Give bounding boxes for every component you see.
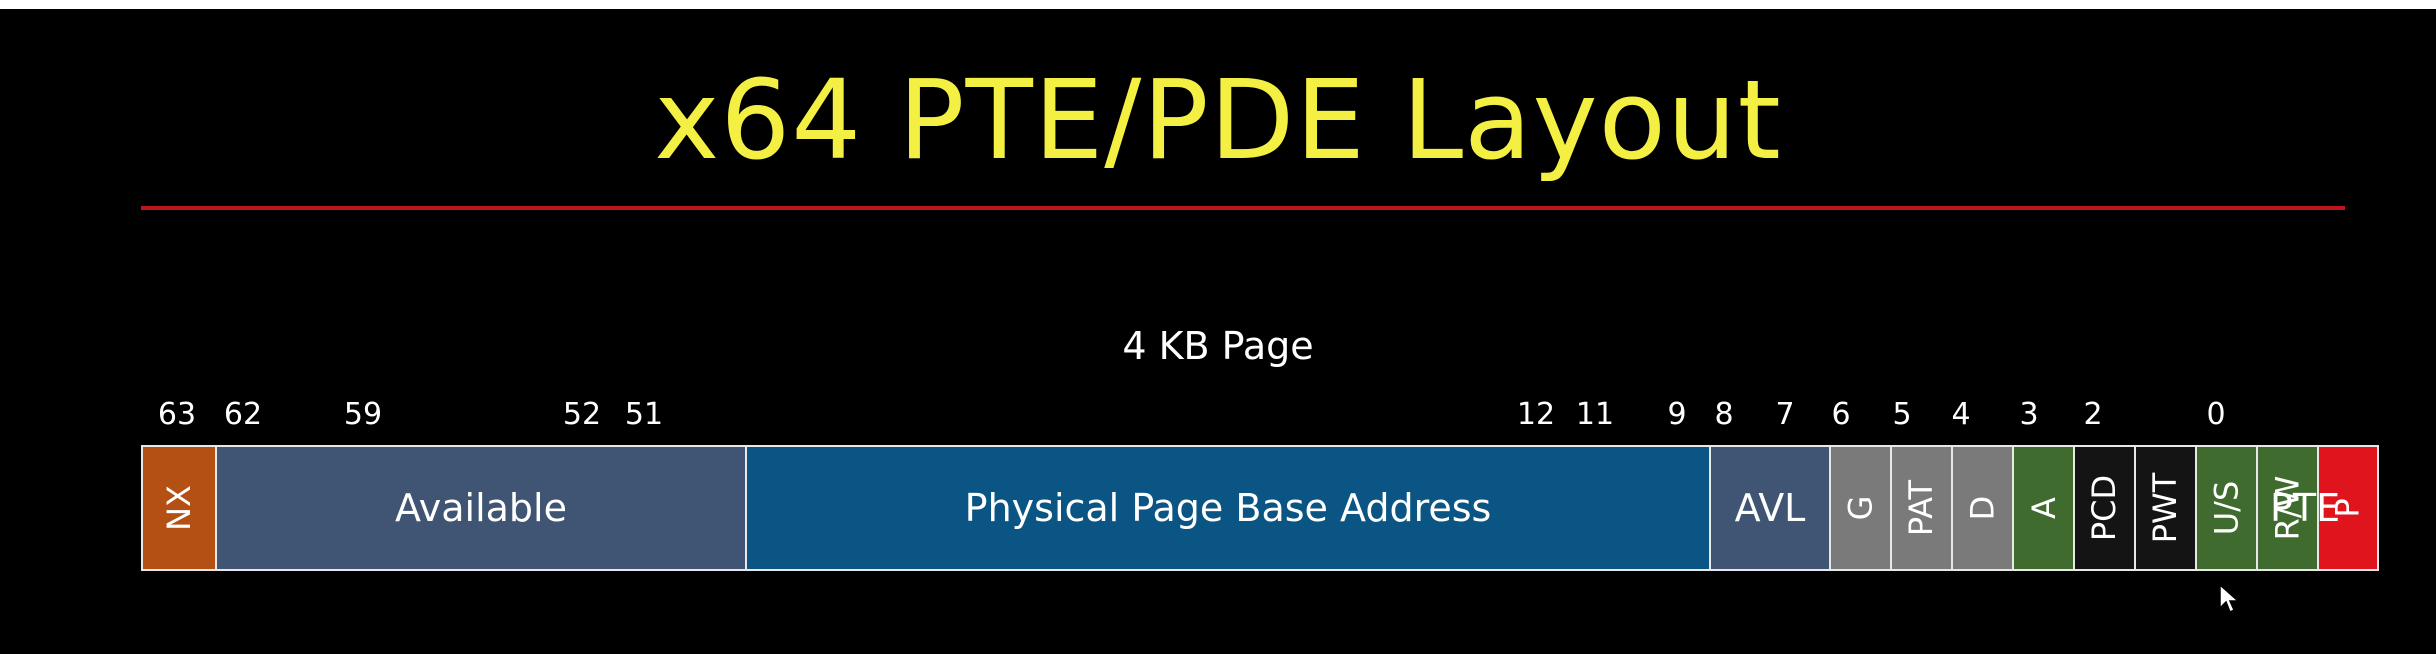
- bit-index-62: 62: [223, 397, 263, 432]
- field-g: G: [1829, 445, 1892, 571]
- field-d: D: [1951, 445, 2014, 571]
- bit-index-7: 7: [1775, 397, 1795, 432]
- bit-index-3: 3: [2019, 397, 2039, 432]
- field-pcd-label: PCD: [2085, 474, 2124, 542]
- field-avl-label: AVL: [1734, 486, 1806, 530]
- title-divider: [141, 206, 2345, 210]
- bit-index-12: 12: [1516, 397, 1556, 432]
- field-a: A: [2012, 445, 2075, 571]
- bit-index-9: 9: [1667, 397, 1687, 432]
- field-avl: AVL: [1709, 445, 1831, 571]
- field-a-label: A: [2024, 497, 2063, 519]
- field-pwt: PWT: [2134, 445, 2197, 571]
- field-g-label: G: [1841, 495, 1880, 521]
- field-nx: NX: [141, 445, 217, 571]
- field-us: U/S: [2195, 445, 2258, 571]
- slide-title: x64 PTE/PDE Layout: [654, 56, 1782, 184]
- field-available: Available: [215, 445, 747, 571]
- bit-index-8: 8: [1714, 397, 1734, 432]
- field-pcd: PCD: [2073, 445, 2136, 571]
- field-physical-page-base-address-label: Physical Page Base Address: [964, 486, 1492, 530]
- pte-register: NX Available Physical Page Base Address …: [141, 445, 2379, 571]
- field-physical-page-base-address: Physical Page Base Address: [745, 445, 1711, 571]
- field-pat: PAT: [1890, 445, 1953, 571]
- mouse-pointer-icon: [2219, 584, 2240, 614]
- field-us-label: U/S: [2207, 480, 2246, 536]
- field-pat-label: PAT: [1902, 479, 1941, 537]
- page-size-label: 4 KB Page: [1122, 324, 1314, 368]
- bit-index-52: 52: [562, 397, 602, 432]
- top-strip: [0, 0, 2436, 9]
- field-d-label: D: [1963, 495, 2002, 521]
- bit-index-63: 63: [157, 397, 197, 432]
- bit-index-0: 0: [2206, 397, 2226, 432]
- bit-index-59: 59: [343, 397, 383, 432]
- bit-index-51: 51: [624, 397, 664, 432]
- bit-index-6: 6: [1831, 397, 1851, 432]
- bit-index-4: 4: [1951, 397, 1971, 432]
- bit-index-11: 11: [1575, 397, 1615, 432]
- row-label-pte: PTE: [2270, 486, 2341, 530]
- bit-index-2: 2: [2083, 397, 2103, 432]
- field-nx-label: NX: [159, 485, 198, 531]
- bit-index-5: 5: [1892, 397, 1912, 432]
- field-pwt-label: PWT: [2146, 472, 2185, 544]
- field-available-label: Available: [394, 486, 567, 530]
